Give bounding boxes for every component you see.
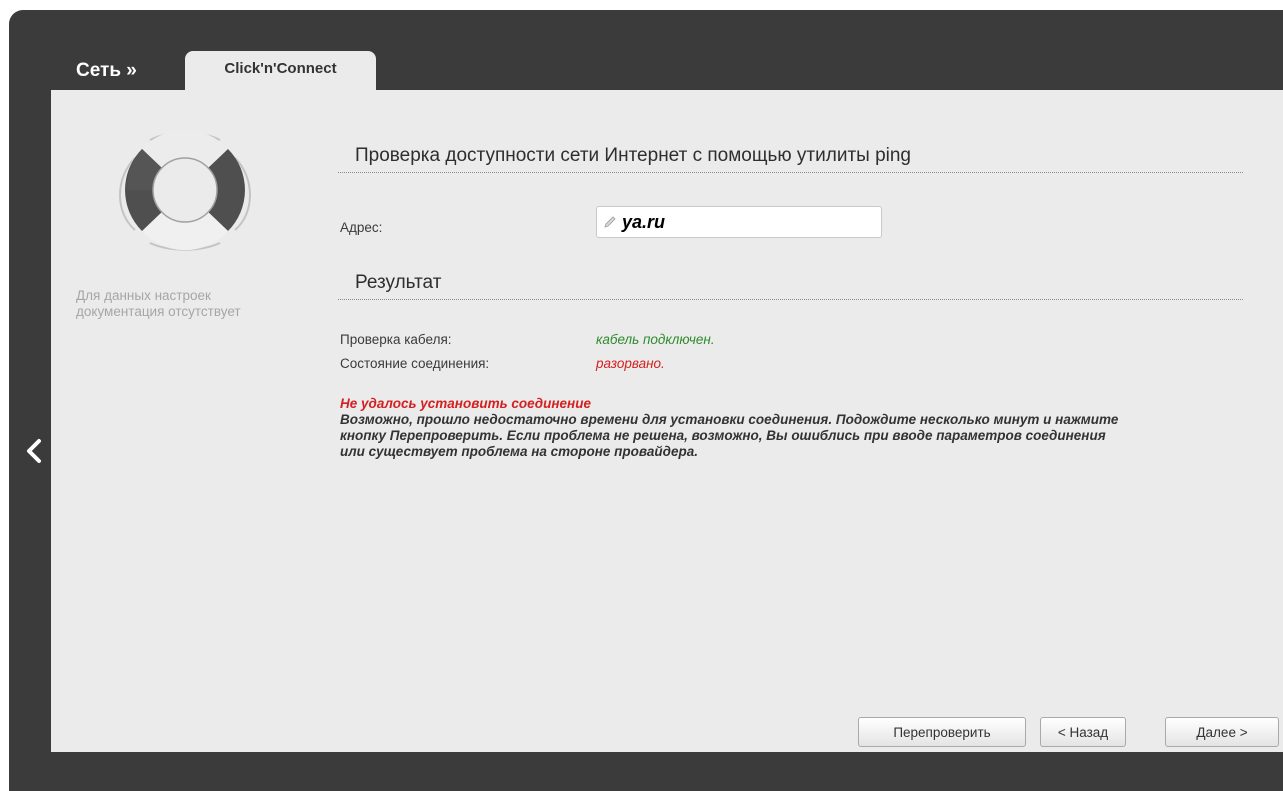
tab-click-n-connect[interactable]: Click'n'Connect xyxy=(185,51,376,91)
back-button[interactable]: < Назад xyxy=(1040,717,1126,747)
recheck-button[interactable]: Перепроверить xyxy=(858,717,1026,747)
pencil-icon xyxy=(604,216,616,228)
breadcrumb[interactable]: Сеть » xyxy=(76,60,137,82)
result-section-title: Результат xyxy=(355,272,442,293)
help-text: Для данных настроек документация отсутст… xyxy=(76,288,241,319)
cable-label: Проверка кабеля: xyxy=(340,332,452,347)
error-title: Не удалось установить соединение xyxy=(340,396,591,411)
address-value: ya.ru xyxy=(622,212,666,232)
lifebuoy-icon xyxy=(119,129,251,251)
next-button[interactable]: Далее > xyxy=(1165,717,1279,747)
cable-status: кабель подключен. xyxy=(596,332,715,347)
connection-label: Состояние соединения: xyxy=(340,356,490,371)
divider xyxy=(338,172,1243,173)
error-message: Возможно, прошло недостаточно времени дл… xyxy=(340,412,1119,459)
ping-section-title: Проверка доступности сети Интернет с пом… xyxy=(355,145,912,166)
address-input[interactable]: ya.ru xyxy=(596,206,882,238)
collapse-sidebar-icon[interactable] xyxy=(24,436,44,466)
connection-status: разорвано. xyxy=(596,356,665,371)
address-label: Адрес: xyxy=(340,220,383,235)
divider xyxy=(338,299,1243,300)
